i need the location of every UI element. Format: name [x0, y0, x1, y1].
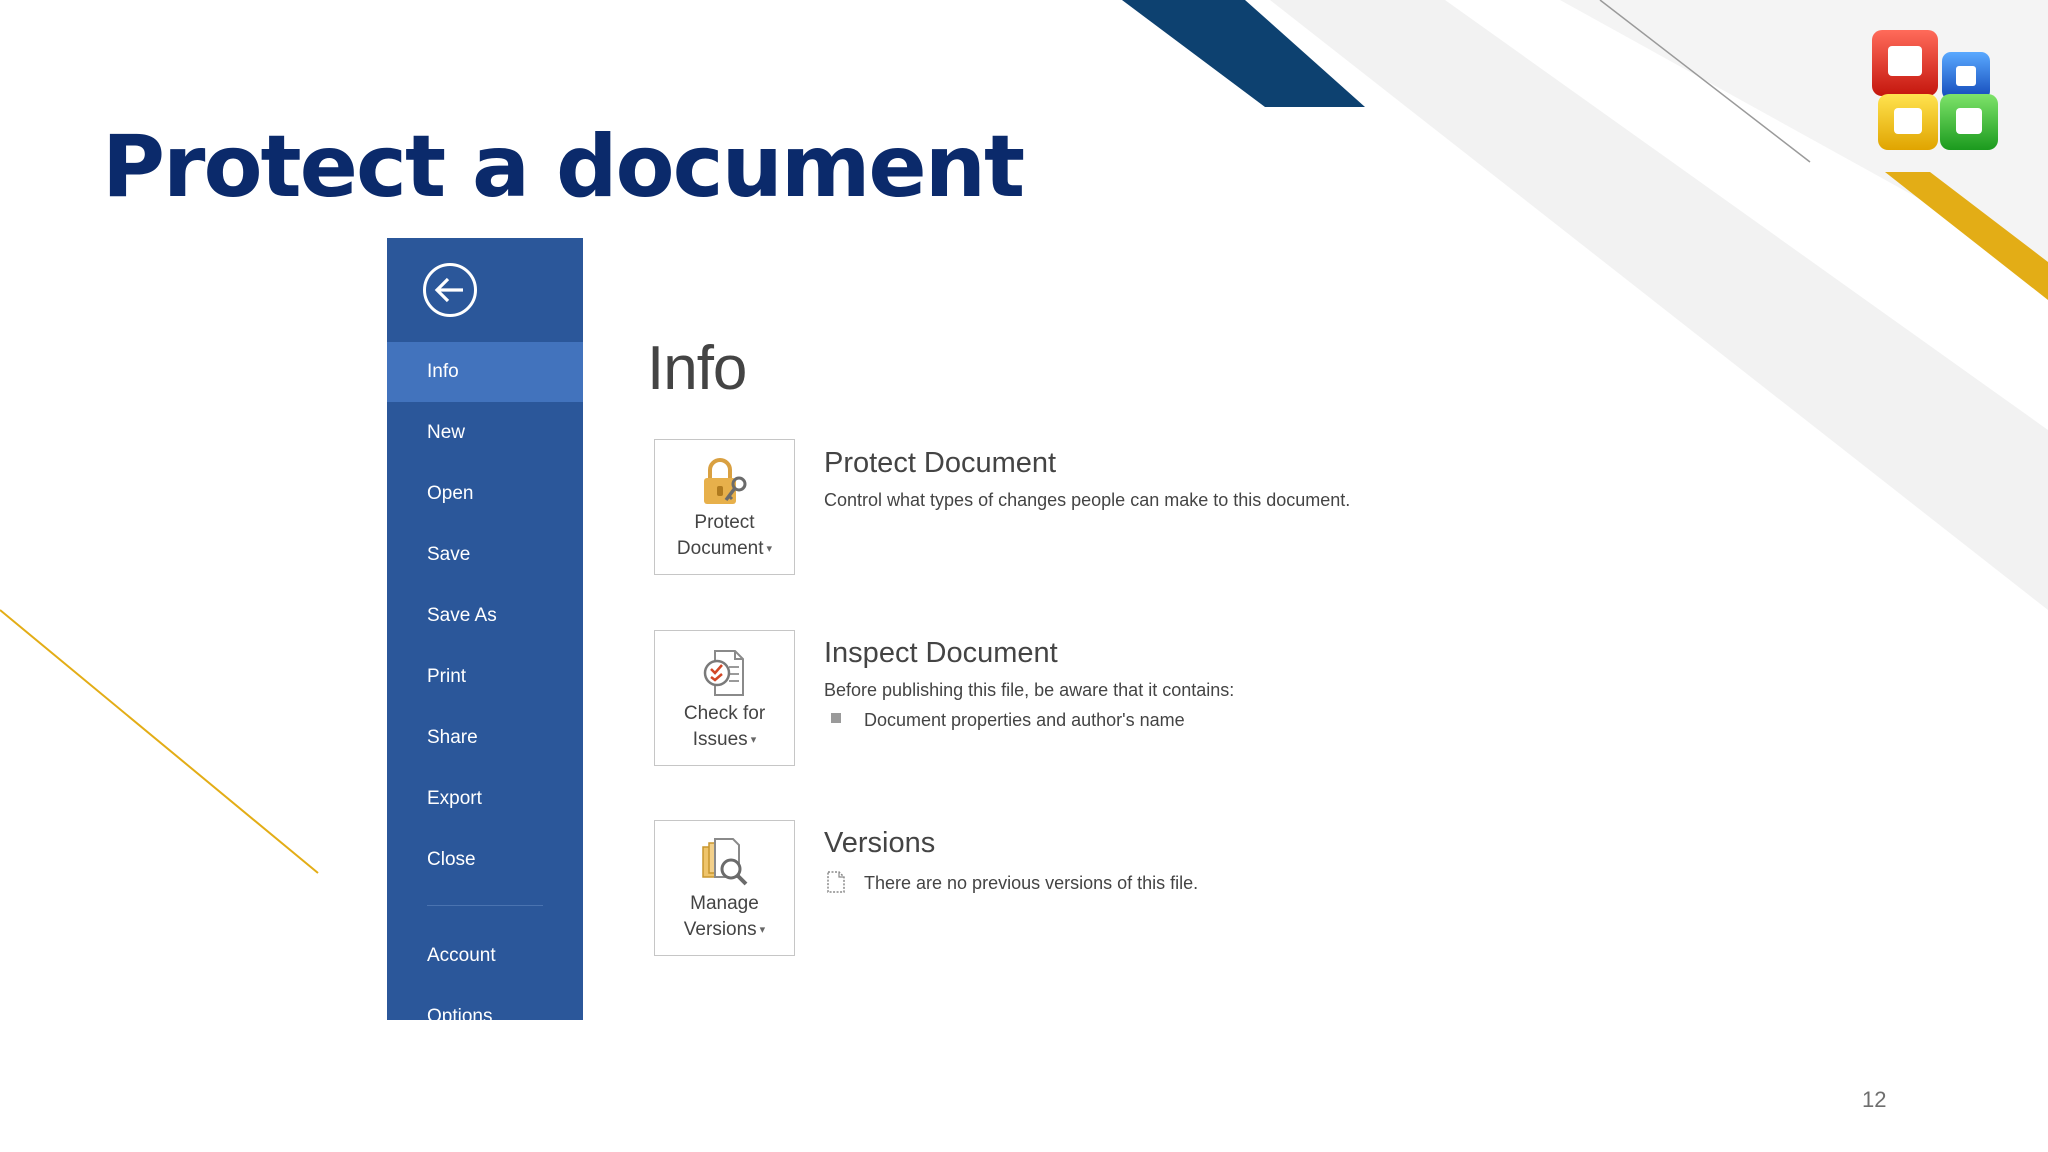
inspect-document-description: Before publishing this file, be aware th… — [824, 680, 1235, 700]
manage-versions-button[interactable]: Manage Versions ▾ — [654, 820, 795, 956]
protect-document-label-line1: Protect — [694, 512, 755, 533]
inspect-document-title: Inspect Document — [824, 637, 1058, 669]
protect-document-button[interactable]: Protect Document ▾ — [654, 439, 795, 575]
nav-item-share[interactable]: Share — [387, 708, 583, 768]
nav-item-new[interactable]: New — [387, 403, 583, 463]
manage-versions-label-line1: Manage — [690, 893, 759, 914]
nav-item-info[interactable]: Info — [387, 342, 583, 402]
nav-item-open[interactable]: Open — [387, 464, 583, 524]
manage-versions-label-line2: Versions ▾ — [655, 917, 794, 943]
versions-title: Versions — [824, 827, 936, 859]
check-for-issues-label-line1: Check for — [683, 703, 766, 724]
check-for-issues-label-text: Issues — [692, 729, 748, 750]
protect-document-description: Control what types of changes people can… — [824, 490, 1351, 510]
versions-description: There are no previous versions of this f… — [864, 873, 1199, 893]
nav-item-save-as[interactable]: Save As — [387, 586, 583, 646]
nav-item-print[interactable]: Print — [387, 647, 583, 707]
manage-versions-icon — [702, 838, 748, 886]
backstage-sidebar: Info New Open Save Save As Print Share E… — [387, 238, 583, 1020]
nav-item-account[interactable]: Account — [387, 926, 583, 986]
protect-document-title: Protect Document — [824, 447, 1057, 479]
office-logo-icon — [1872, 30, 1998, 150]
info-heading: Info — [647, 334, 747, 403]
protect-document-label-text: Document — [676, 538, 764, 559]
check-for-issues-button[interactable]: Check for Issues ▾ — [654, 630, 795, 766]
protect-document-label-line2: Document ▾ — [655, 536, 794, 562]
protect-document-button-label: Protect Document ▾ — [655, 510, 794, 562]
bullet-square-icon — [831, 713, 841, 723]
back-arrow-icon[interactable] — [422, 262, 478, 318]
inspect-document-icon — [703, 650, 744, 696]
check-for-issues-label-line2: Issues ▾ — [655, 727, 794, 753]
dropdown-caret-icon: ▾ — [766, 543, 773, 555]
nav-item-options[interactable]: Options — [387, 987, 583, 1020]
document-icon — [827, 871, 845, 893]
dropdown-caret-icon: ▾ — [759, 924, 766, 936]
slide-title: Protect a document — [102, 117, 1025, 217]
inspect-bullet-item: Document properties and author's name — [864, 710, 1185, 730]
lock-key-icon — [704, 458, 747, 504]
manage-versions-label-text: Versions — [683, 919, 757, 940]
dropdown-caret-icon: ▾ — [750, 734, 757, 746]
check-for-issues-button-label: Check for Issues ▾ — [655, 701, 794, 753]
nav-divider — [427, 905, 543, 906]
page-number: 12 — [1862, 1087, 1887, 1112]
nav-item-save[interactable]: Save — [387, 525, 583, 585]
manage-versions-button-label: Manage Versions ▾ — [655, 891, 794, 943]
word-backstage-screenshot: Info New Open Save Save As Print Share E… — [387, 238, 1447, 1020]
decor-gold-line-left — [0, 609, 319, 874]
nav-item-export[interactable]: Export — [387, 769, 583, 829]
nav-item-close[interactable]: Close — [387, 830, 583, 890]
